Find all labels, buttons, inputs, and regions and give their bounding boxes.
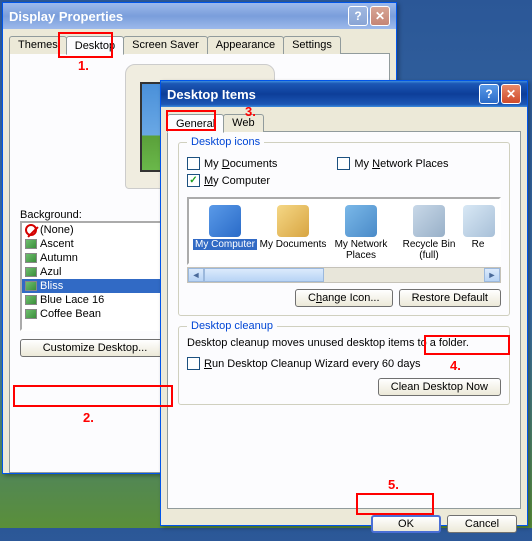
scroll-left-arrow[interactable]: ◄ — [188, 268, 204, 282]
computer-icon — [209, 205, 241, 237]
help-button[interactable]: ? — [348, 6, 368, 26]
image-icon — [25, 253, 37, 263]
list-item: Ascent — [22, 237, 178, 251]
scroll-thumb[interactable] — [204, 268, 324, 282]
checkbox-cleanup-wizard[interactable]: Run Desktop Cleanup Wizard every 60 days — [187, 357, 501, 370]
titlebar-display-properties: Display Properties ? ✕ — [3, 3, 396, 29]
clean-desktop-now-button[interactable]: Clean Desktop Now — [378, 378, 501, 396]
checkbox-label: My Computer — [204, 175, 270, 187]
image-icon — [25, 281, 37, 291]
list-item-selected: Bliss — [22, 279, 178, 293]
icon-recycle-bin-full[interactable]: Recycle Bin (full) — [395, 205, 463, 261]
checkbox-icon — [337, 157, 350, 170]
tab-web[interactable]: Web — [223, 114, 263, 132]
list-item: Autumn — [22, 251, 178, 265]
desktop-cleanup-group: Desktop cleanup Desktop cleanup moves un… — [178, 326, 510, 405]
tabstrip: Themes Desktop Screen Saver Appearance S… — [3, 30, 396, 54]
icon-my-documents[interactable]: My Documents — [259, 205, 327, 261]
checkbox-icon: ✓ — [187, 174, 200, 187]
checkbox-label: My Network Places — [354, 158, 448, 170]
list-item: Blue Lace 16 — [22, 293, 178, 307]
list-item: (None) — [22, 223, 178, 237]
checkbox-my-documents[interactable]: My Documents — [187, 157, 277, 170]
window-title: Display Properties — [9, 9, 123, 24]
image-icon — [25, 295, 37, 305]
image-icon — [25, 239, 37, 249]
image-icon — [25, 309, 37, 319]
tab-general[interactable]: General — [167, 114, 224, 133]
close-button[interactable]: ✕ — [370, 6, 390, 26]
tab-desktop[interactable]: Desktop — [66, 36, 124, 55]
icon-recycle-bin-empty[interactable]: Re — [463, 205, 493, 261]
icon-my-computer[interactable]: My Computer — [191, 205, 259, 261]
titlebar-desktop-items: Desktop Items ? ✕ — [161, 81, 527, 107]
image-icon — [25, 267, 37, 277]
checkbox-icon — [187, 157, 200, 170]
tab-themes[interactable]: Themes — [9, 36, 67, 54]
tab-settings[interactable]: Settings — [283, 36, 341, 54]
desktop-icons-group: Desktop icons My Documents My Network Pl… — [178, 142, 510, 316]
tab-appearance[interactable]: Appearance — [207, 36, 284, 54]
network-icon — [345, 205, 377, 237]
background-list[interactable]: (None) Ascent Autumn Azul Bliss Blue Lac… — [20, 221, 180, 331]
help-button[interactable]: ? — [479, 84, 499, 104]
customize-desktop-button[interactable]: Customize Desktop... — [20, 339, 170, 357]
horizontal-scrollbar[interactable]: ◄ ► — [187, 267, 501, 283]
cleanup-description: Desktop cleanup moves unused desktop ite… — [187, 337, 501, 349]
desktop-items-window: Desktop Items ? ✕ General Web Desktop ic… — [160, 80, 528, 526]
cancel-button[interactable]: Cancel — [447, 515, 517, 533]
group-legend: Desktop icons — [187, 136, 264, 148]
list-item: Coffee Bean — [22, 307, 178, 321]
list-item: Azul — [22, 265, 178, 279]
checkbox-my-network-places[interactable]: My Network Places — [337, 157, 448, 170]
none-icon — [25, 224, 37, 236]
tab-screensaver[interactable]: Screen Saver — [123, 36, 208, 54]
group-legend: Desktop cleanup — [187, 320, 277, 332]
icon-my-network[interactable]: My Network Places — [327, 205, 395, 261]
icon-preview-list[interactable]: My Computer My Documents My Network Plac… — [187, 197, 501, 265]
change-icon-button[interactable]: Change Icon... — [295, 289, 393, 307]
tab-panel-general: Desktop icons My Documents My Network Pl… — [167, 131, 521, 509]
checkbox-my-computer[interactable]: ✓ My Computer — [187, 174, 270, 187]
folder-icon — [277, 205, 309, 237]
checkbox-icon — [187, 357, 200, 370]
recycle-bin-icon — [463, 205, 495, 237]
recycle-bin-icon — [413, 205, 445, 237]
scroll-right-arrow[interactable]: ► — [484, 268, 500, 282]
checkbox-label: My Documents — [204, 158, 277, 170]
tabstrip: General Web — [161, 108, 527, 132]
restore-default-button[interactable]: Restore Default — [399, 289, 501, 307]
checkbox-label: Run Desktop Cleanup Wizard every 60 days — [204, 358, 420, 370]
ok-button[interactable]: OK — [371, 515, 441, 533]
window-title: Desktop Items — [167, 87, 256, 102]
close-button[interactable]: ✕ — [501, 84, 521, 104]
